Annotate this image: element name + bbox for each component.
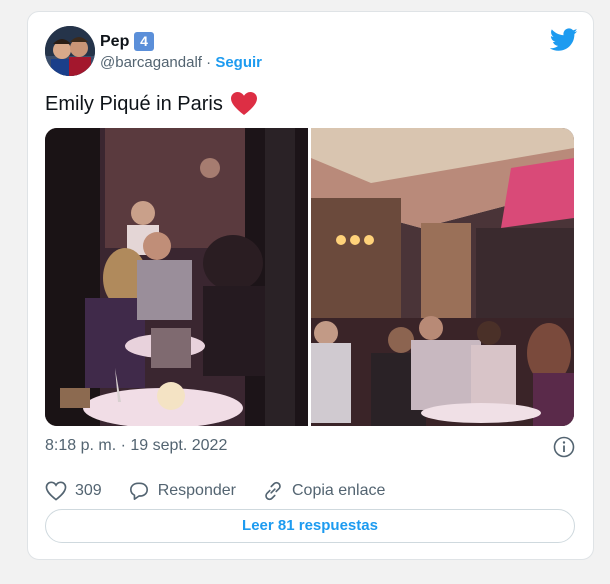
follow-button[interactable]: Seguir bbox=[215, 54, 262, 71]
action-bar: 309 Responder Copia enlace bbox=[45, 480, 411, 502]
info-icon[interactable] bbox=[553, 436, 575, 458]
handle-row: @barcagandalf · Seguir bbox=[100, 54, 262, 71]
photo-right[interactable] bbox=[311, 128, 574, 426]
reply-button[interactable]: Responder bbox=[128, 481, 236, 501]
tweet-card: Pep 4 @barcagandalf · Seguir Emily Piqué… bbox=[27, 11, 594, 560]
like-button[interactable]: 309 bbox=[45, 481, 102, 501]
number-badge: 4 bbox=[134, 32, 154, 51]
user-handle[interactable]: @barcagandalf bbox=[100, 54, 202, 71]
tweet-timestamp[interactable]: 8:18 p. m. · 19 sept. 2022 bbox=[45, 437, 227, 455]
tweet-text: Emily Piqué in Paris bbox=[45, 92, 257, 116]
separator-dot: · bbox=[206, 54, 212, 71]
copy-link-button[interactable]: Copia enlace bbox=[262, 480, 385, 502]
photo-left[interactable] bbox=[45, 128, 308, 426]
twitter-bird-icon[interactable] bbox=[549, 28, 578, 52]
read-replies-button[interactable]: Leer 81 respuestas bbox=[45, 509, 575, 543]
red-heart-icon bbox=[230, 92, 257, 116]
media-gallery[interactable] bbox=[45, 128, 574, 426]
tweet-body: Emily Piqué in Paris bbox=[45, 92, 223, 115]
speech-bubble-icon bbox=[128, 481, 150, 501]
avatar[interactable] bbox=[45, 26, 95, 76]
author-name[interactable]: Pep bbox=[100, 33, 129, 51]
reply-label: Responder bbox=[157, 482, 236, 499]
copy-link-label: Copia enlace bbox=[291, 482, 386, 499]
heart-outline-icon bbox=[45, 481, 67, 501]
like-count: 309 bbox=[75, 482, 102, 499]
link-icon bbox=[262, 480, 284, 502]
